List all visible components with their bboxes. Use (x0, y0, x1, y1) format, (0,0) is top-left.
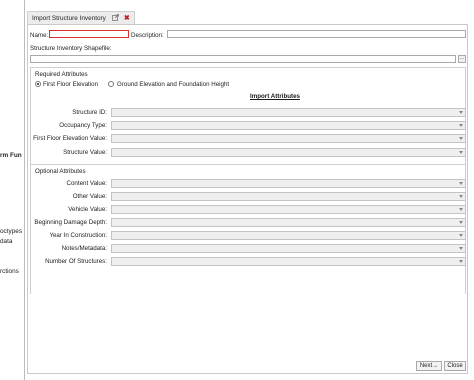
first-floor-elevation-label: First Floor Elevation Value: (33, 135, 107, 142)
shapefile-label: Structure Inventory Shapefile: (30, 45, 112, 52)
required-attributes-group: Required Attributes First Floor Elevatio… (30, 67, 466, 164)
shapefile-path-field[interactable] (30, 55, 456, 63)
chevron-down-icon (459, 124, 463, 127)
name-label: Name: (30, 32, 49, 39)
name-field[interactable] (49, 30, 129, 38)
beginning-damage-depth-label: Beginning Damage Depth: (34, 219, 107, 226)
tab-import-structure-inventory[interactable]: Import Structure Inventory ✖ (27, 11, 135, 24)
other-value-dropdown[interactable] (111, 192, 466, 201)
occupancy-type-dropdown[interactable] (111, 121, 466, 130)
content-value-dropdown[interactable] (111, 179, 466, 188)
description-label: Description: (131, 32, 164, 39)
notes-metadata-label: Notes/Metadata: (61, 245, 107, 252)
chevron-down-icon (459, 234, 463, 237)
import-attributes-heading: Import Attributes (250, 93, 300, 100)
vehicle-value-dropdown[interactable] (111, 205, 466, 214)
optional-attributes-group: Optional Attributes Content Value: Other… (30, 164, 466, 294)
popout-icon[interactable] (111, 13, 119, 23)
close-icon[interactable]: ✖ (124, 14, 130, 22)
content-value-label: Content Value: (66, 180, 107, 187)
chevron-down-icon (459, 137, 463, 140)
tab-title: Import Structure Inventory (32, 14, 106, 22)
chevron-down-icon (459, 151, 463, 154)
browse-button[interactable]: ... (458, 55, 466, 63)
vehicle-value-label: Vehicle Value: (68, 206, 107, 213)
optional-attributes-title: Optional Attributes (35, 168, 86, 175)
chevron-down-icon (459, 208, 463, 211)
year-in-construction-label: Year In Construction: (49, 232, 107, 239)
other-value-label: Other Value: (72, 193, 107, 200)
chevron-down-icon (459, 182, 463, 185)
number-of-structures-label: Number Of Structures: (45, 258, 107, 265)
chevron-down-icon (459, 260, 463, 263)
chevron-down-icon (459, 111, 463, 114)
number-of-structures-dropdown[interactable] (111, 257, 466, 266)
structure-id-label: Structure ID: (72, 109, 107, 116)
chevron-down-icon (459, 221, 463, 224)
description-field[interactable] (167, 30, 466, 38)
notes-metadata-dropdown[interactable] (111, 244, 466, 253)
year-in-construction-dropdown[interactable] (111, 231, 466, 240)
beginning-damage-depth-dropdown[interactable] (111, 218, 466, 227)
structure-value-label: Structure Value: (63, 149, 107, 156)
radio-ground-label: Ground Elevation and Foundation Height (117, 81, 230, 88)
import-structure-inventory-panel: Name: Description: Structure Inventory S… (27, 24, 468, 374)
occupancy-type-label: Occupancy Type: (59, 122, 107, 129)
required-attributes-title: Required Attributes (35, 71, 88, 78)
structure-id-dropdown[interactable] (111, 108, 466, 117)
first-floor-elevation-dropdown[interactable] (111, 134, 466, 143)
chevron-down-icon (459, 247, 463, 250)
close-button[interactable]: Close (444, 361, 466, 371)
radio-first-floor-label: First Floor Elevation (43, 81, 99, 88)
radio-ground-elevation[interactable] (108, 81, 114, 87)
next-button[interactable]: Next→ (416, 361, 442, 371)
structure-value-dropdown[interactable] (111, 148, 466, 157)
radio-first-floor-elevation[interactable] (35, 81, 41, 87)
chevron-down-icon (459, 195, 463, 198)
